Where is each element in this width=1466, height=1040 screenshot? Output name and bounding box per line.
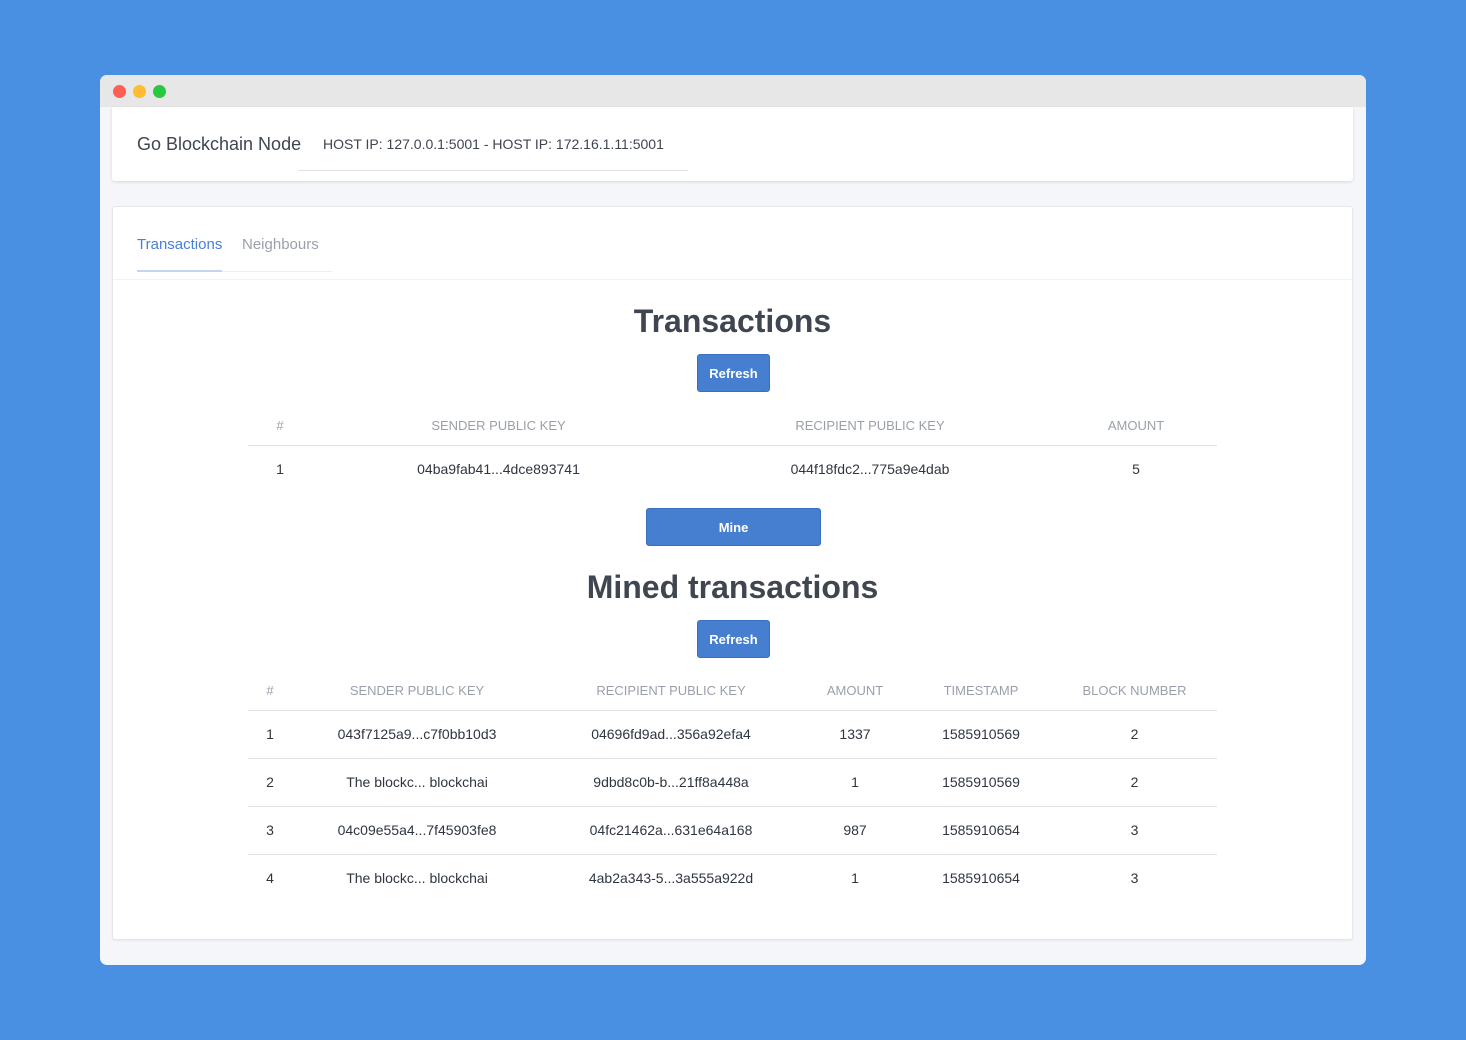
cell-block-number: 3 xyxy=(1130,870,1139,887)
header-bar: Go Blockchain Node HOST IP: 127.0.0.1:50… xyxy=(112,107,1353,181)
cell-recipient: 044f18fdc2...775a9e4dab xyxy=(790,461,950,478)
mined-transactions-title: Mined transactions xyxy=(586,569,879,605)
cell-timestamp: 1585910654 xyxy=(910,806,1052,855)
cell-index: 1 xyxy=(248,710,292,759)
table-header-row: # SENDER PUBLIC KEY RECIPIENT PUBLIC KEY… xyxy=(248,407,1217,446)
transactions-title: Transactions xyxy=(633,303,832,339)
cell-sender: 04ba9fab41...4dce893741 xyxy=(417,461,580,478)
column-header: SENDER PUBLIC KEY xyxy=(312,407,685,446)
cell-block-number: 2 xyxy=(1052,710,1217,759)
host-ip-text: HOST IP: 127.0.0.1:5001 - HOST IP: 172.1… xyxy=(323,136,664,152)
table-row: 1 043f7125a9...c7f0bb10d3 04696fd9ad...3… xyxy=(248,710,1217,759)
cell-sender: 043f7125a9...c7f0bb10d3 xyxy=(292,710,542,759)
cell-sender: 04c09e55a4...7f45903fe8 xyxy=(292,806,542,855)
refresh-transactions-button[interactable]: Refresh xyxy=(697,354,770,392)
cell-amount: 5 xyxy=(1132,461,1140,478)
column-header: AMOUNT xyxy=(800,672,910,711)
main-panel: Transactions Neighbours Transactions Ref… xyxy=(112,206,1353,940)
cell-recipient: 04696fd9ad...356a92efa4 xyxy=(542,710,800,759)
host-ip-menu: HOST IP: 127.0.0.1:5001 - HOST IP: 172.1… xyxy=(298,107,688,171)
transactions-table: # SENDER PUBLIC KEY RECIPIENT PUBLIC KEY… xyxy=(248,407,1217,493)
column-header: AMOUNT xyxy=(1055,407,1217,446)
cell-timestamp: 1585910654 xyxy=(942,870,1020,887)
tab-neighbours[interactable]: Neighbours xyxy=(242,236,319,253)
tab-transactions[interactable]: Transactions xyxy=(137,236,223,272)
refresh-mined-button[interactable]: Refresh xyxy=(697,620,770,658)
table-row: 1 04ba9fab41...4dce893741 044f18fdc2...7… xyxy=(248,445,1217,493)
cell-sender: The blockc... blockchai xyxy=(346,870,488,887)
window-titlebar xyxy=(100,75,1366,107)
cell-timestamp: 1585910569 xyxy=(910,710,1052,759)
maximize-window-icon[interactable] xyxy=(153,85,166,98)
app-window: Go Blockchain Node HOST IP: 127.0.0.1:50… xyxy=(100,75,1366,965)
table-row: 4 The blockc... blockchai 4ab2a343-5...3… xyxy=(248,854,1217,902)
cell-recipient: 9dbd8c0b-b...21ff8a448a xyxy=(542,758,800,807)
column-header: RECIPIENT PUBLIC KEY xyxy=(542,672,800,711)
cell-recipient: 4ab2a343-5...3a555a922d xyxy=(588,870,754,887)
cell-recipient: 04fc21462a...631e64a168 xyxy=(542,806,800,855)
cell-block-number: 2 xyxy=(1052,758,1217,807)
cell-amount: 1 xyxy=(851,870,859,887)
column-header: # xyxy=(248,407,312,446)
cell-amount: 1337 xyxy=(800,710,910,759)
cell-index: 2 xyxy=(248,758,292,807)
table-row: 2 The blockc... blockchai 9dbd8c0b-b...2… xyxy=(248,758,1217,807)
cell-index: 4 xyxy=(266,870,274,887)
column-header: RECIPIENT PUBLIC KEY xyxy=(685,407,1055,446)
cell-index: 3 xyxy=(248,806,292,855)
cell-amount: 1 xyxy=(800,758,910,807)
cell-sender: The blockc... blockchai xyxy=(292,758,542,807)
column-header: SENDER PUBLIC KEY xyxy=(292,672,542,711)
table-row: 3 04c09e55a4...7f45903fe8 04fc21462a...6… xyxy=(248,806,1217,855)
close-window-icon[interactable] xyxy=(113,85,126,98)
cell-index: 1 xyxy=(276,461,284,478)
mine-button[interactable]: Mine xyxy=(646,508,821,546)
cell-amount: 987 xyxy=(800,806,910,855)
table-header-row: # SENDER PUBLIC KEY RECIPIENT PUBLIC KEY… xyxy=(248,672,1217,711)
tabs-bar: Transactions Neighbours xyxy=(113,207,1352,280)
column-header: BLOCK NUMBER xyxy=(1052,672,1217,711)
app-title: Go Blockchain Node xyxy=(137,134,302,154)
mined-transactions-table: # SENDER PUBLIC KEY RECIPIENT PUBLIC KEY… xyxy=(248,672,1217,902)
minimize-window-icon[interactable] xyxy=(133,85,146,98)
tabs: Transactions Neighbours xyxy=(137,207,332,272)
column-header: # xyxy=(248,672,292,711)
cell-block-number: 3 xyxy=(1052,806,1217,855)
cell-timestamp: 1585910569 xyxy=(910,758,1052,807)
column-header: TIMESTAMP xyxy=(910,672,1052,711)
